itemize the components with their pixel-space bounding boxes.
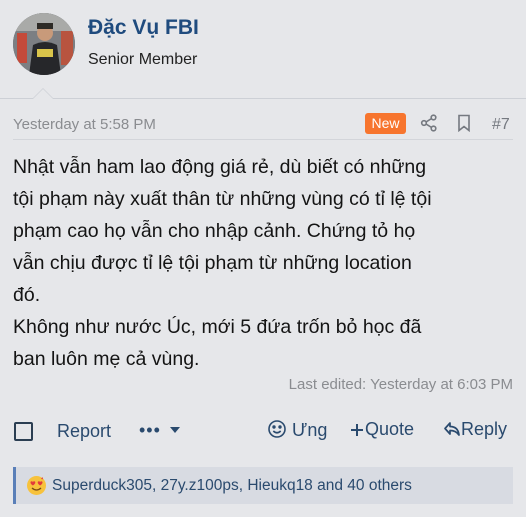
speech-arrow xyxy=(32,88,54,99)
post-line: đó. xyxy=(13,284,41,306)
post-meta: Yesterday at 5:58 PM New #7 xyxy=(0,111,526,137)
reply-button[interactable]: Reply xyxy=(443,419,507,440)
share-icon[interactable] xyxy=(420,114,440,134)
quote-button[interactable]: Quote xyxy=(349,419,414,440)
post-number[interactable]: #7 xyxy=(492,116,510,134)
reply-arrow-icon xyxy=(444,422,460,436)
avatar[interactable] xyxy=(13,13,75,75)
new-badge: New xyxy=(365,113,406,134)
quote-label: Quote xyxy=(365,419,415,439)
reply-label: Reply xyxy=(461,419,508,439)
post-line: Nhật vẫn ham lao động giá rẻ, dù biết có… xyxy=(13,156,427,178)
plus-icon xyxy=(351,424,363,436)
username[interactable]: Đặc Vụ FBI xyxy=(88,16,199,40)
reactions-list[interactable]: Superduck305, 27y.z100ps, Hieukq18 and 4… xyxy=(52,477,412,495)
post-body: Nhật vẫn ham lao động giá rẻ, dù biết có… xyxy=(13,151,513,375)
post-actions: Report ••• Ưng Quote Reply xyxy=(0,415,526,447)
post-date[interactable]: Yesterday at 5:58 PM xyxy=(13,116,156,133)
love-face-icon xyxy=(26,475,47,496)
post-line: Không như nước Úc, mới 5 đứa trốn bỏ học… xyxy=(13,316,422,338)
reactions-bar[interactable]: Superduck305, 27y.z100ps, Hieukq18 and 4… xyxy=(13,467,513,504)
select-checkbox[interactable] xyxy=(14,422,33,441)
post-line: tội phạm này xuất thân từ những vùng có … xyxy=(13,188,432,210)
bookmark-icon[interactable] xyxy=(455,114,475,134)
chevron-down-icon xyxy=(169,427,180,433)
post-line: ban luôn mẹ cả vùng. xyxy=(13,348,200,370)
smile-icon xyxy=(268,420,286,438)
user-header: Đặc Vụ FBI Senior Member xyxy=(0,0,526,98)
divider xyxy=(13,139,513,140)
user-title: Senior Member xyxy=(88,51,198,68)
last-edited: Last edited: Yesterday at 6:03 PM xyxy=(288,376,513,393)
post-line: vẫn chịu được tỉ lệ tội phạm từ những lo… xyxy=(13,252,412,274)
post-line: phạm cao họ vẫn cho nhập cảnh. Chứng tỏ … xyxy=(13,220,416,242)
post-card: Yesterday at 5:58 PM New #7 Nhật vẫn ham… xyxy=(0,88,526,517)
react-button[interactable]: Ưng xyxy=(267,419,327,441)
report-button[interactable]: Report xyxy=(57,421,111,442)
more-dots: ••• xyxy=(139,420,161,440)
react-label: Ưng xyxy=(292,420,328,440)
more-options-button[interactable]: ••• xyxy=(139,420,181,441)
